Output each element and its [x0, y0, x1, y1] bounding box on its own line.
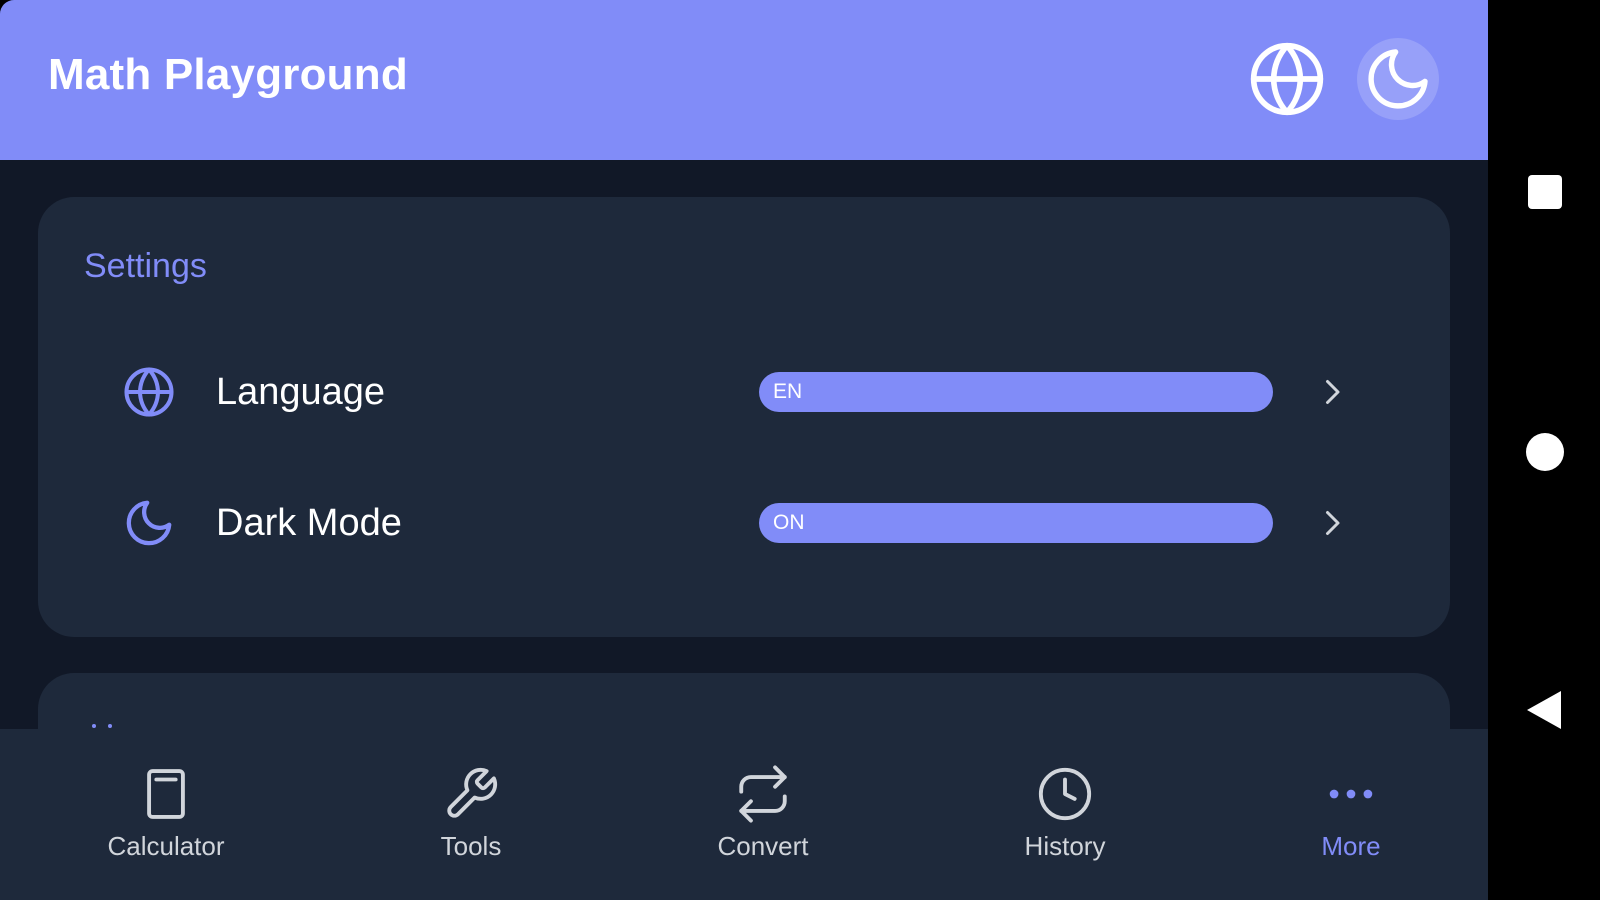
- nav-item-convert[interactable]: Convert: [663, 765, 863, 875]
- theme-toggle-button[interactable]: [1357, 38, 1439, 120]
- settings-card: Settings Language EN Dark Mode ON: [38, 197, 1450, 637]
- language-label: Language: [216, 371, 386, 413]
- moon-icon: [126, 500, 172, 546]
- wrench-icon: [447, 767, 498, 818]
- chevron-right-icon[interactable]: [1314, 505, 1350, 541]
- more-horizontal-icon: [1329, 789, 1373, 799]
- nav-label-convert: Convert: [717, 831, 809, 861]
- nav-label-more: More: [1321, 831, 1381, 861]
- calculator-icon: [147, 769, 185, 819]
- bottom-navigation-bar: Calculator Tools Convert History More: [0, 729, 1488, 900]
- nav-item-calculator[interactable]: Calculator: [66, 765, 266, 875]
- app-title: Math Playground: [48, 50, 408, 99]
- language-value-badge[interactable]: EN: [759, 372, 1273, 412]
- home-circle-icon[interactable]: [1525, 432, 1565, 472]
- globe-icon: [1250, 42, 1324, 116]
- app-screen: Math Playground Settings Language EN Dar…: [0, 0, 1488, 900]
- nav-item-more[interactable]: More: [1251, 765, 1451, 875]
- moon-icon: [1368, 49, 1428, 109]
- nav-item-tools[interactable]: Tools: [371, 765, 571, 875]
- nav-label-tools: Tools: [440, 831, 502, 861]
- back-triangle-icon[interactable]: [1525, 690, 1565, 730]
- nav-item-history[interactable]: History: [965, 765, 1165, 875]
- settings-title: Settings: [84, 247, 207, 285]
- top-app-bar: Math Playground: [0, 0, 1488, 160]
- swap-arrows-icon: [739, 765, 787, 823]
- nav-label-calculator: Calculator: [107, 831, 225, 861]
- language-button[interactable]: [1246, 38, 1328, 120]
- recents-square-icon[interactable]: [1525, 172, 1565, 212]
- chevron-right-icon[interactable]: [1314, 374, 1350, 410]
- settings-row-dark-mode[interactable]: Dark Mode ON: [38, 478, 1450, 568]
- settings-row-language[interactable]: Language EN: [38, 347, 1450, 437]
- clock-icon: [1038, 767, 1092, 821]
- globe-icon: [124, 367, 174, 417]
- nav-label-history: History: [1024, 831, 1106, 861]
- dark-mode-label: Dark Mode: [216, 502, 402, 544]
- dark-mode-value-badge[interactable]: ON: [759, 503, 1273, 543]
